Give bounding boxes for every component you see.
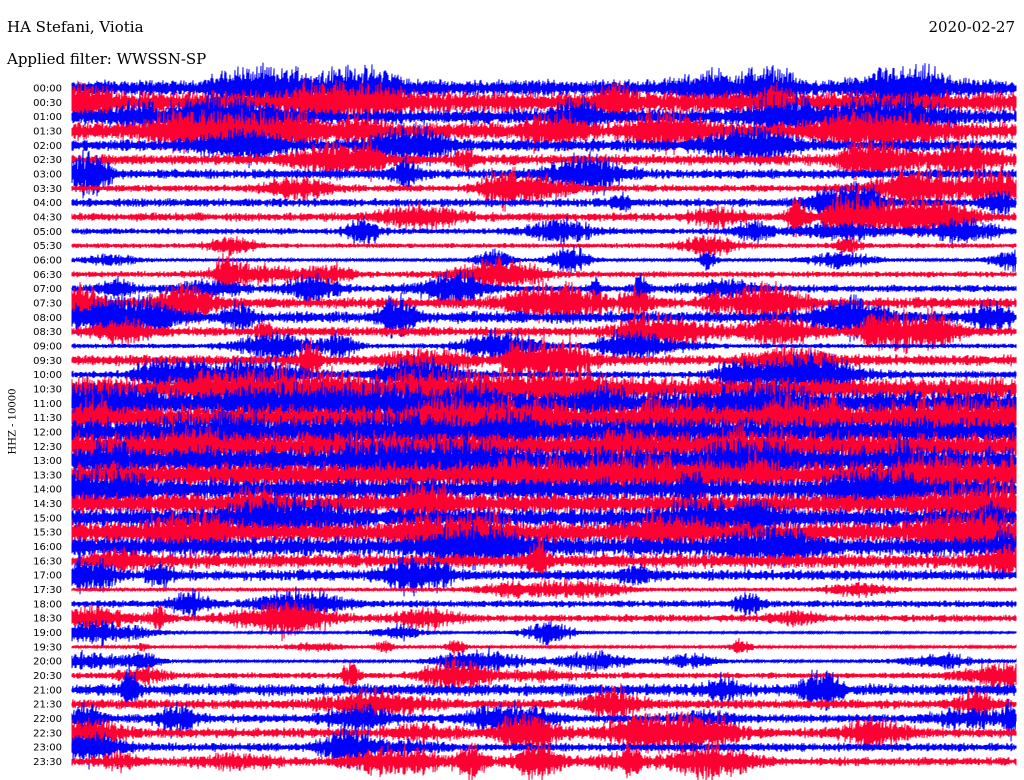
row-time-label: 07:00 — [33, 284, 62, 295]
row-time-label: 17:30 — [33, 585, 62, 596]
row-time-label: 15:00 — [33, 513, 62, 524]
seismic-trace-row — [71, 234, 1017, 260]
row-time-label: 18:30 — [33, 614, 62, 625]
row-time-label: 04:30 — [33, 212, 62, 223]
row-time-label: 07:30 — [33, 298, 62, 309]
row-time-label: 13:30 — [33, 470, 62, 481]
row-time-label: 12:00 — [33, 427, 62, 438]
row-time-label: 16:30 — [33, 556, 62, 567]
row-time-label: 17:00 — [33, 571, 62, 582]
row-time-label: 15:30 — [33, 528, 62, 539]
row-time-label: 05:30 — [33, 241, 62, 252]
helicorder-plot: 00:00 00:30 01:00 01:30 02:00 02:30 03:00 03:30… — [33, 62, 1017, 780]
row-time-label: 00:00 — [33, 84, 62, 95]
row-time-label: 21:30 — [33, 700, 62, 711]
row-time-label: 23:30 — [33, 757, 62, 768]
row-time-label: 03:00 — [33, 169, 62, 180]
seismic-trace-row — [71, 646, 1017, 674]
row-time-label: 10:30 — [33, 384, 62, 395]
row-time-label: 20:00 — [33, 657, 62, 668]
row-time-label: 04:00 — [33, 198, 62, 209]
row-time-label: 08:30 — [33, 327, 62, 338]
row-time-label: 12:30 — [33, 442, 62, 453]
row-time-label: 14:00 — [33, 485, 62, 496]
row-time-label: 20:30 — [33, 671, 62, 682]
row-time-label: 02:30 — [33, 155, 62, 166]
row-time-label: 18:00 — [33, 599, 62, 610]
row-time-label: 14:30 — [33, 499, 62, 510]
seismic-trace-row — [71, 620, 1017, 648]
row-time-label: 06:30 — [33, 270, 62, 281]
row-time-label: 06:00 — [33, 255, 62, 266]
row-time-label: 21:00 — [33, 685, 62, 696]
row-time-label: 01:00 — [33, 112, 62, 123]
row-time-label: 22:00 — [33, 714, 62, 725]
row-time-label: 00:30 — [33, 98, 62, 109]
row-time-label: 09:30 — [33, 356, 62, 367]
row-time-label: 11:00 — [33, 399, 62, 410]
row-time-label: 02:00 — [33, 141, 62, 152]
row-time-label: 13:00 — [33, 456, 62, 467]
row-time-label: 05:00 — [33, 227, 62, 238]
row-time-label: 16:00 — [33, 542, 62, 553]
row-time-label: 10:00 — [33, 370, 62, 381]
row-time-label: 03:30 — [33, 184, 62, 195]
row-time-label: 01:30 — [33, 126, 62, 137]
row-time-label: 19:00 — [33, 628, 62, 639]
row-time-label: 22:30 — [33, 728, 62, 739]
row-time-label: 09:00 — [33, 341, 62, 352]
row-time-label: 08:00 — [33, 313, 62, 324]
row-time-label: 11:30 — [33, 413, 62, 424]
row-time-label: 19:30 — [33, 642, 62, 653]
row-time-label: 23:00 — [33, 743, 62, 754]
